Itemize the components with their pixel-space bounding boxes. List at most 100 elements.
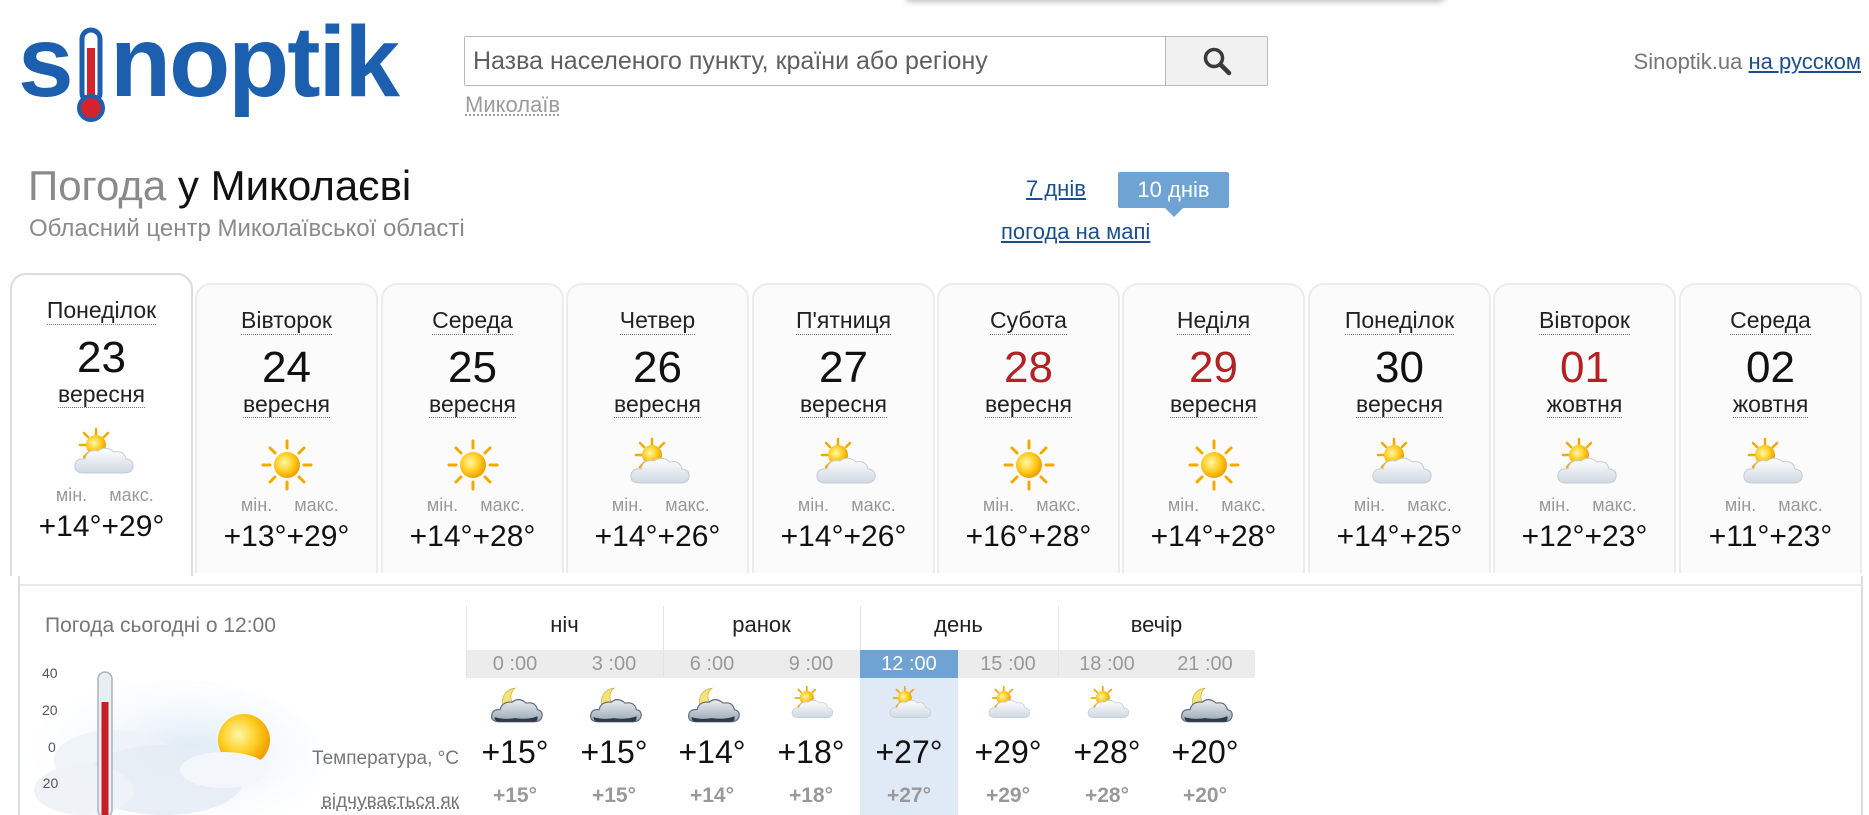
min-temp: +13° <box>223 520 287 553</box>
day-temperatures: +14°+29° <box>12 510 191 544</box>
max-temp: +26° <box>657 520 721 553</box>
day-tab[interactable]: П'ятниця 27 вересня мін. макс. +14°+26° <box>752 283 935 573</box>
tab-7-days[interactable]: 7 днів <box>1026 176 1086 202</box>
day-name[interactable]: Четвер <box>568 307 747 335</box>
min-label: мін. <box>426 495 459 515</box>
day-date: 29 <box>1189 343 1238 392</box>
min-label: мін. <box>797 495 830 515</box>
day-name[interactable]: П'ятниця <box>754 307 933 335</box>
hour-temperature: +15° <box>481 734 549 770</box>
hour-label: 15 :00 <box>980 653 1036 675</box>
day-tab[interactable]: Середа 25 вересня мін. макс. +14°+28° <box>381 283 564 573</box>
feels-like-row-label[interactable]: відчувається як <box>322 791 459 813</box>
day-name[interactable]: Субота <box>939 307 1118 335</box>
day-date: 02 <box>1746 343 1795 392</box>
day-tab[interactable]: Понеділок 23 вересня мін. макс. +14°+29° <box>10 273 193 576</box>
day-temperatures: +13°+29° <box>197 520 376 554</box>
day-tab[interactable]: Вівторок 24 вересня мін. макс. +13°+29° <box>195 283 378 573</box>
sinoptik-logo[interactable]: s noptik <box>18 6 430 126</box>
hour-label: 12 :00 <box>860 650 958 678</box>
hour-feels-like: +15° <box>492 784 538 807</box>
max-label: макс. <box>851 495 896 515</box>
period-label: вечір <box>1130 612 1183 637</box>
thermo-tick-minus-20: -20 <box>42 775 58 791</box>
page-title: Погода у Миколаєві <box>28 162 411 210</box>
weather-map-link[interactable]: погода на мапі <box>1001 219 1150 245</box>
day-name[interactable]: Вівторок <box>197 307 376 335</box>
moon-cloud-icon <box>487 684 543 726</box>
hour-temperature: +27° <box>875 734 943 770</box>
hour-temperature: +28° <box>1073 734 1141 770</box>
day-temperatures: +14°+25° <box>1310 520 1489 554</box>
max-temp: +28° <box>1028 520 1092 553</box>
min-label: мін. <box>1167 495 1200 515</box>
day-tab[interactable]: Понеділок 30 вересня мін. макс. +14°+25° <box>1308 283 1491 573</box>
day-name[interactable]: Понеділок <box>12 297 191 325</box>
max-temp: +29° <box>101 510 165 543</box>
day-temperatures: +14°+28° <box>1124 520 1303 554</box>
hour-feels-like: +28° <box>1084 784 1130 807</box>
hour-label: 0 :00 <box>492 653 538 675</box>
recent-city-link[interactable]: Миколаїв <box>465 92 560 118</box>
min-max-labels: мін. макс. <box>383 495 562 516</box>
day-date: 25 <box>448 343 497 392</box>
hour-temperature: +29° <box>974 734 1042 770</box>
sun-cloud-icon <box>803 435 885 495</box>
temperature-row-label: Температура, °C <box>312 748 459 769</box>
min-temp: +14° <box>780 520 844 553</box>
day-tab[interactable]: Вівторок 01 жовтня мін. макс. +12°+23° <box>1493 283 1676 573</box>
min-temp: +14° <box>1150 520 1214 553</box>
min-max-labels: мін. макс. <box>1495 495 1674 516</box>
day-temperatures: +11°+23° <box>1681 520 1860 554</box>
moon-cloud-icon <box>586 684 642 726</box>
sun-icon <box>432 435 514 495</box>
day-tab[interactable]: Середа 02 жовтня мін. макс. +11°+23° <box>1679 283 1862 573</box>
thermo-tick-40: 40 <box>42 665 58 681</box>
min-max-labels: мін. макс. <box>939 495 1118 516</box>
tab-10-days[interactable]: 10 днів <box>1118 172 1229 217</box>
period-label: ранок <box>732 612 791 637</box>
day-name[interactable]: Понеділок <box>1310 307 1489 335</box>
sun-cloud-icon <box>881 684 937 726</box>
max-temp: +23° <box>1584 520 1648 553</box>
day-name[interactable]: Неділя <box>1124 307 1303 335</box>
day-name[interactable]: Середа <box>383 307 562 335</box>
hour-temperature: +20° <box>1171 734 1239 770</box>
day-date: 26 <box>633 343 682 392</box>
sun-cloud-icon <box>1544 435 1626 495</box>
period-label: ніч <box>550 612 579 637</box>
hour-temperature: +18° <box>777 734 845 770</box>
min-temp: +14° <box>594 520 658 553</box>
min-label: мін. <box>55 485 88 505</box>
max-label: макс. <box>480 495 525 515</box>
sun-cloud-icon <box>1730 435 1812 495</box>
day-tab[interactable]: Субота 28 вересня мін. макс. +16°+28° <box>937 283 1120 573</box>
min-temp: +14° <box>38 510 102 543</box>
day-name[interactable]: Середа <box>1681 307 1860 335</box>
max-label: макс. <box>1407 495 1452 515</box>
title-city: у Миколаєві <box>177 162 412 209</box>
day-month: вересня <box>614 391 701 418</box>
search-input[interactable] <box>465 37 1165 85</box>
day-tab[interactable]: Неділя 29 вересня мін. макс. +14°+28° <box>1122 283 1305 573</box>
day-name[interactable]: Вівторок <box>1495 307 1674 335</box>
day-date: 01 <box>1560 343 1609 392</box>
day-temperatures: +14°+28° <box>383 520 562 554</box>
search-button[interactable] <box>1165 37 1267 85</box>
max-label: макс. <box>1221 495 1266 515</box>
max-temp: +25° <box>1399 520 1463 553</box>
sun-icon <box>988 435 1070 495</box>
min-max-labels: мін. макс. <box>1124 495 1303 516</box>
max-label: макс. <box>665 495 710 515</box>
day-date: 30 <box>1375 343 1424 392</box>
max-label: макс. <box>294 495 339 515</box>
language-switch-link[interactable]: на русском <box>1749 49 1861 74</box>
hour-temperature: +14° <box>678 734 746 770</box>
day-tab[interactable]: Четвер 26 вересня мін. макс. +14°+26° <box>566 283 749 573</box>
min-temp: +11° <box>1708 520 1770 553</box>
hour-label: 6 :00 <box>689 653 735 675</box>
thermo-tick-20: 20 <box>42 702 58 718</box>
hour-feels-like: +20° <box>1182 784 1228 807</box>
day-month: вересня <box>985 391 1072 418</box>
max-temp: +28° <box>1213 520 1277 553</box>
